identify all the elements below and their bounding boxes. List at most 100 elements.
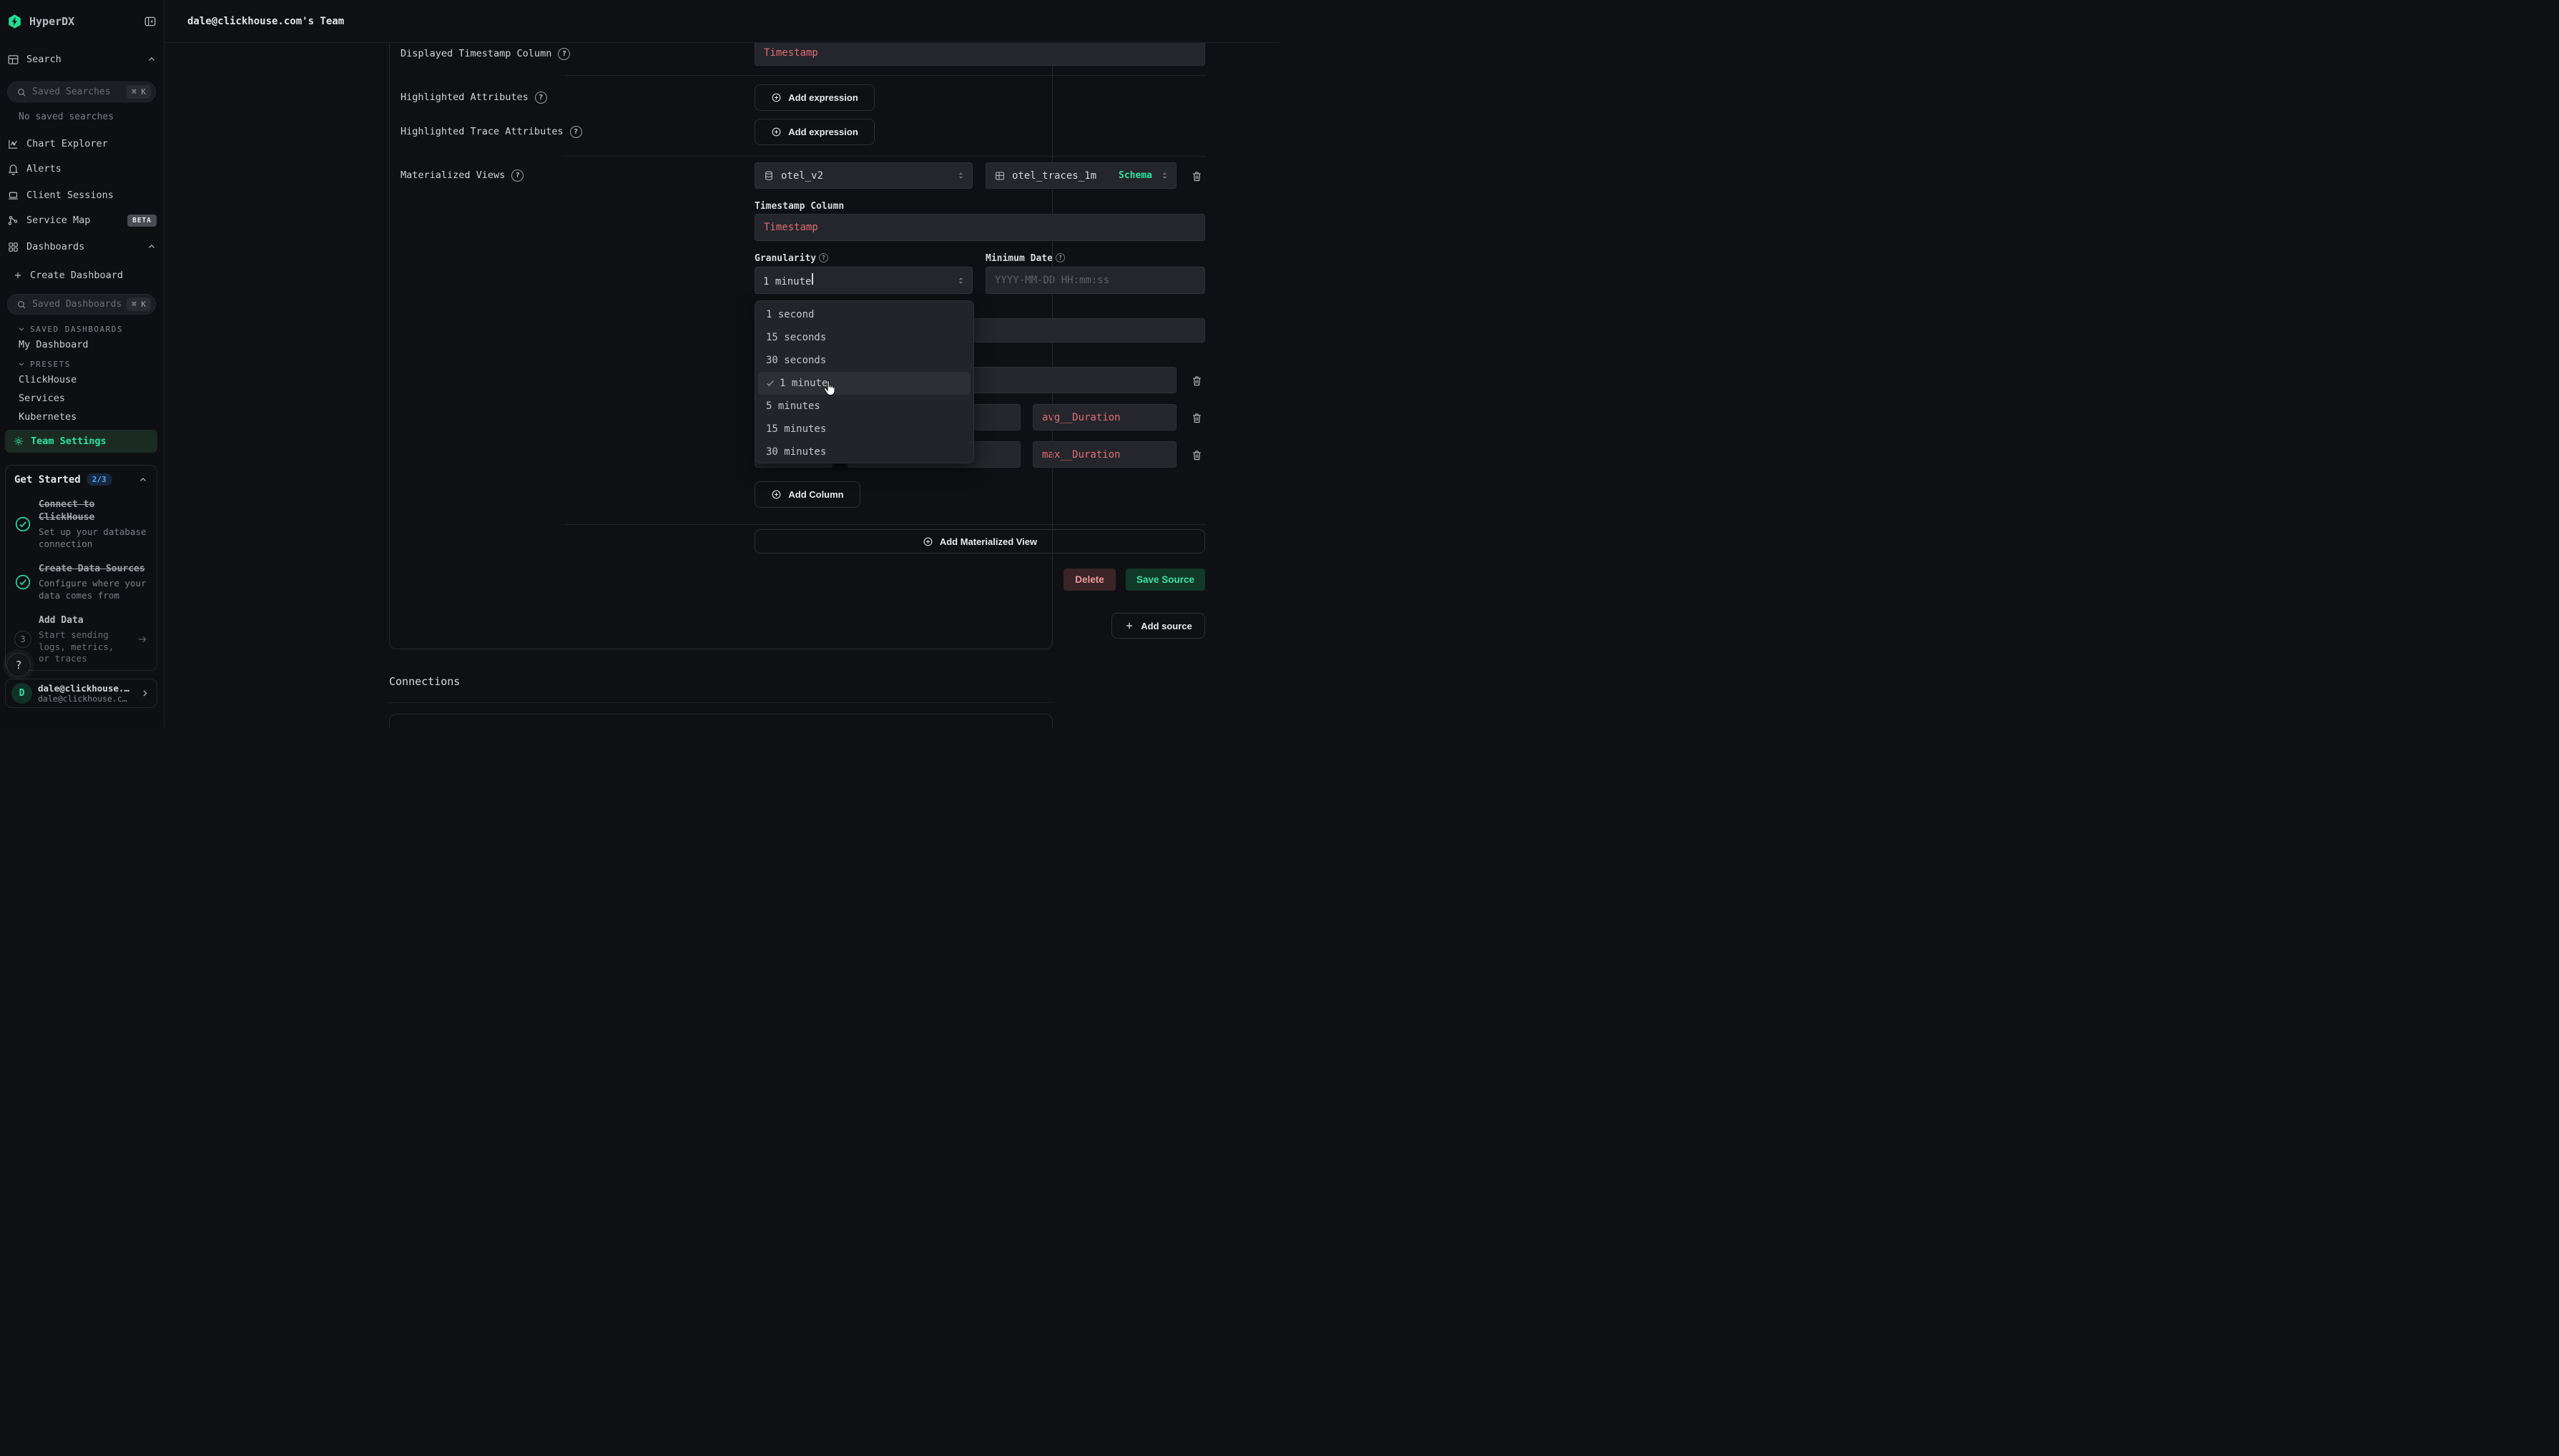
avatar: D <box>11 683 32 704</box>
sidebar-item-label: Chart Explorer <box>26 138 157 149</box>
dropdown-option-1-second[interactable]: 1 second <box>758 303 971 326</box>
select-chevrons-icon <box>1160 170 1169 181</box>
sidebar-item-clickhouse[interactable]: ClickHouse <box>7 373 157 387</box>
save-source-button[interactable]: Save Source <box>1126 569 1205 591</box>
sidebar-item-label: Service Map <box>26 215 120 226</box>
logo-row: HyperDX <box>7 9 157 34</box>
create-dashboard-label: Create Dashboard <box>30 270 157 281</box>
delete-materialized-view-trash-icon[interactable] <box>1187 167 1206 185</box>
chevron-down-icon <box>17 360 26 368</box>
mv-column-alias-input[interactable]: avg__Duration <box>1033 404 1177 431</box>
dropdown-option-5-minutes[interactable]: 5 minutes <box>758 395 971 418</box>
step-title: Create Data Sources <box>39 564 145 574</box>
sidebar-item-my-dashboard[interactable]: My Dashboard <box>7 338 157 352</box>
collapse-sidebar-icon[interactable] <box>144 15 157 28</box>
chevron-right-icon <box>140 689 149 698</box>
get-started-step-sources[interactable]: Create Data Sources Configure where your… <box>14 563 148 601</box>
step-subtitle: Set up your database connection <box>39 526 148 550</box>
step-number: 3 <box>14 631 31 648</box>
gear-icon <box>13 436 24 447</box>
step-subtitle: Configure where your data comes from <box>39 578 148 601</box>
chevron-down-icon <box>17 325 26 333</box>
presets-header[interactable]: PRESETS <box>7 357 157 371</box>
step-subtitle: Start sending logs, metrics, or traces <box>39 629 129 665</box>
arrow-right-icon <box>137 634 148 645</box>
search-icon <box>16 87 26 97</box>
get-started-panel: Get Started 2/3 Connect to ClickHouse Se… <box>5 465 157 671</box>
page-title: dale@clickhouse.com's Team <box>187 16 344 27</box>
main-content: Displayed Timestamp Column ? Timestamp H… <box>164 0 1280 728</box>
mv-column-alias-input[interactable]: max__Duration <box>1033 441 1177 468</box>
sidebar-item-label: Dashboards <box>26 241 139 252</box>
delete-column-trash-icon[interactable] <box>1187 371 1206 390</box>
check-circle-icon <box>14 516 31 533</box>
dropdown-option-15-minutes[interactable]: 15 minutes <box>758 418 971 441</box>
profile-name: dale@clickhouse.… <box>38 683 134 694</box>
help-button[interactable]: ? <box>6 653 31 677</box>
saved-dashboards-header[interactable]: SAVED DASHBOARDS <box>7 322 157 336</box>
schema-link[interactable]: Schema <box>1119 170 1152 181</box>
add-source-button[interactable]: Add source <box>1111 613 1205 639</box>
sidebar-item-client-sessions[interactable]: Client Sessions <box>7 185 157 206</box>
chevron-up-icon[interactable] <box>147 242 157 252</box>
user-profile-button[interactable]: D dale@clickhouse.… dale@clickhouse.c… <box>5 679 157 708</box>
sidebar-item-dashboards[interactable]: Dashboards <box>7 236 157 257</box>
saved-dashboards-input[interactable]: Saved Dashboards ⌘ K <box>7 294 156 315</box>
no-saved-searches-text: No saved searches <box>7 110 157 123</box>
info-circle-icon[interactable]: ? <box>1056 253 1065 262</box>
sidebar-item-label: Search <box>26 54 139 65</box>
granularity-dropdown: 1 second 15 seconds 30 seconds 1 minute … <box>755 300 974 463</box>
create-dashboard-button[interactable]: Create Dashboard <box>7 265 157 286</box>
chart-explorer-icon <box>7 138 19 150</box>
connections-heading: Connections <box>389 675 460 688</box>
chevron-up-icon[interactable] <box>138 475 148 485</box>
mouse-cursor-hand <box>820 379 839 399</box>
sidebar-item-service-map[interactable]: Service Map BETA <box>7 210 157 231</box>
dashboards-icon <box>7 241 19 253</box>
sidebar-item-alerts[interactable]: Alerts <box>7 158 157 179</box>
app-title: HyperDX <box>29 15 137 28</box>
sidebar-item-label: Alerts <box>26 163 157 174</box>
sidebar-item-services[interactable]: Services <box>7 391 157 405</box>
get-started-progress-badge: 2/3 <box>87 473 112 486</box>
dropdown-option-30-seconds[interactable]: 30 seconds <box>758 349 971 372</box>
beta-badge: BETA <box>127 215 157 227</box>
laptop-icon <box>7 190 19 202</box>
sidebar-item-label: Client Sessions <box>26 190 157 201</box>
plus-icon <box>1124 621 1134 631</box>
step-title: Connect to ClickHouse <box>39 499 94 523</box>
hyperdx-logo-icon <box>7 14 22 29</box>
bell-icon <box>7 163 19 175</box>
get-started-step-connect[interactable]: Connect to ClickHouse Set up your databa… <box>14 498 148 550</box>
sidebar-item-chart-explorer[interactable]: Chart Explorer <box>7 133 157 154</box>
sidebar-item-kubernetes[interactable]: Kubernetes <box>7 410 157 424</box>
profile-email: dale@clickhouse.c… <box>38 694 134 704</box>
dropdown-option-30-minutes[interactable]: 30 minutes <box>758 441 971 463</box>
topbar: dale@clickhouse.com's Team <box>164 0 1280 43</box>
sidebar: HyperDX Search Saved Searches ⌘ K No sav… <box>0 0 164 728</box>
team-settings-label: Team Settings <box>31 436 107 447</box>
step-title: Add Data <box>39 615 84 626</box>
get-started-step-add-data[interactable]: 3 Add Data Start sending logs, metrics, … <box>14 614 148 665</box>
dropdown-option-1-minute[interactable]: 1 minute <box>758 372 971 395</box>
connections-card <box>389 714 1053 728</box>
delete-column-trash-icon[interactable] <box>1187 446 1206 464</box>
kbd-shortcut: ⌘ K <box>127 85 151 99</box>
sidebar-item-team-settings[interactable]: Team Settings <box>5 430 157 453</box>
saved-searches-placeholder: Saved Searches <box>32 87 121 97</box>
delete-source-button[interactable]: Delete <box>1064 569 1116 591</box>
search-section-icon <box>7 54 19 66</box>
delete-column-trash-icon[interactable] <box>1187 408 1206 427</box>
service-map-icon <box>7 215 19 227</box>
question-mark-icon: ? <box>15 659 21 672</box>
kbd-shortcut: ⌘ K <box>127 297 151 311</box>
check-circle-icon <box>14 574 31 591</box>
saved-searches-input[interactable]: Saved Searches ⌘ K <box>7 82 156 102</box>
plus-icon <box>13 270 23 280</box>
chevron-up-icon[interactable] <box>147 54 157 64</box>
saved-dashboards-placeholder: Saved Dashboards <box>32 299 121 310</box>
sidebar-item-search[interactable]: Search <box>7 49 157 70</box>
search-icon <box>16 300 26 310</box>
dropdown-option-15-seconds[interactable]: 15 seconds <box>758 326 971 349</box>
check-icon <box>765 378 775 388</box>
